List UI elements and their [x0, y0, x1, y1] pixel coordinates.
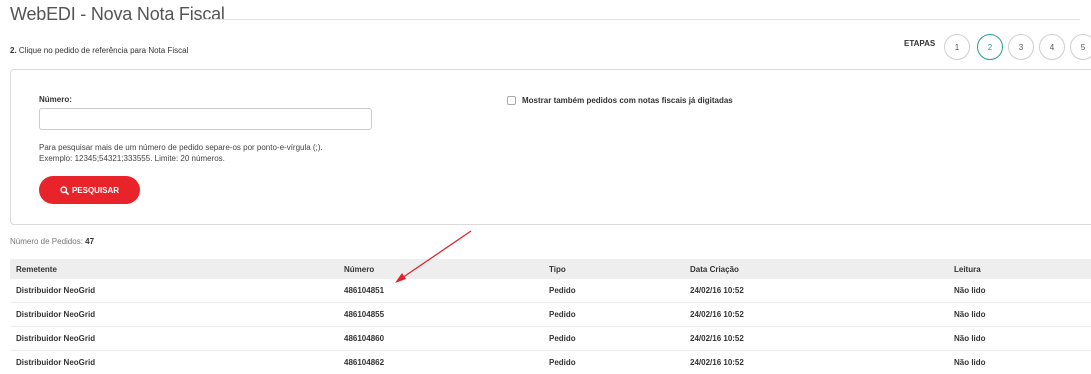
order-count-label: Número de Pedidos:	[10, 237, 86, 246]
cell-leitura: Não lido	[954, 310, 986, 319]
table-header: Remetente Número Tipo Data Criação Leitu…	[10, 259, 1091, 279]
step-1[interactable]: 1	[944, 34, 970, 60]
cell-leitura: Não lido	[954, 334, 986, 343]
search-button-label: PESQUISAR	[71, 185, 120, 195]
include-typed-invoices-label: Mostrar também pedidos com notas fiscais…	[522, 96, 733, 105]
column-header-numero[interactable]: Número	[344, 265, 549, 274]
search-button[interactable]: PESQUISAR	[39, 176, 140, 204]
numero-input[interactable]	[39, 108, 372, 130]
column-header-tipo[interactable]: Tipo	[549, 265, 690, 274]
order-count-value: 47	[85, 237, 95, 246]
etapas-label: ETAPAS	[904, 39, 936, 48]
step-2[interactable]: 2	[977, 34, 1003, 60]
column-header-data-criacao[interactable]: Data Criação	[690, 265, 954, 274]
cell-data-criacao: 24/02/16 10:52	[690, 334, 744, 343]
cell-remetente: Distribuidor NeoGrid	[16, 286, 96, 295]
include-typed-invoices-checkbox[interactable]	[507, 96, 516, 105]
include-typed-invoices-option[interactable]: Mostrar também pedidos com notas fiscais…	[507, 96, 733, 105]
cell-numero: 486104851	[344, 286, 385, 295]
search-help: Para pesquisar mais de um número de pedi…	[39, 142, 323, 164]
cell-numero: 486104855	[344, 310, 385, 319]
cell-data-criacao: 24/02/16 10:52	[690, 286, 744, 295]
cell-remetente: Distribuidor NeoGrid	[16, 310, 96, 319]
column-header-remetente[interactable]: Remetente	[10, 265, 344, 274]
order-count: Número de Pedidos: 47	[10, 237, 94, 246]
numero-label: Número:	[39, 95, 72, 104]
step-number: 2.	[10, 46, 17, 55]
table-row[interactable]: Distribuidor NeoGrid 486104860 Pedido 24…	[10, 327, 1091, 351]
table-row[interactable]: Distribuidor NeoGrid 486104851 Pedido 24…	[10, 279, 1091, 303]
cell-tipo: Pedido	[549, 358, 576, 367]
search-panel: Número: Para pesquisar mais de um número…	[10, 69, 1091, 225]
cell-leitura: Não lido	[954, 358, 986, 367]
search-help-line-1: Para pesquisar mais de um número de pedi…	[39, 143, 323, 152]
column-header-leitura[interactable]: Leitura	[954, 265, 1091, 274]
cell-remetente: Distribuidor NeoGrid	[16, 334, 96, 343]
cell-tipo: Pedido	[549, 334, 576, 343]
step-4[interactable]: 4	[1039, 34, 1065, 60]
orders-table: Remetente Número Tipo Data Criação Leitu…	[10, 259, 1091, 374]
page-title: WebEDI - Nova Nota Fiscal	[10, 4, 225, 24]
search-help-line-2: Exemplo: 12345;54321;333555. Limite: 20 …	[39, 154, 225, 163]
cell-leitura: Não lido	[954, 286, 986, 295]
cell-remetente: Distribuidor NeoGrid	[16, 358, 96, 367]
step-instruction: 2. Clique no pedido de referência para N…	[10, 46, 188, 55]
search-icon	[60, 185, 69, 195]
cell-data-criacao: 24/02/16 10:52	[690, 358, 744, 367]
page: WebEDI - Nova Nota Fiscal 2. Clique no p…	[0, 0, 1091, 374]
step-3[interactable]: 3	[1008, 34, 1034, 60]
cell-numero: 486104862	[344, 358, 385, 367]
table-row[interactable]: Distribuidor NeoGrid 486104855 Pedido 24…	[10, 303, 1091, 327]
cell-tipo: Pedido	[549, 286, 576, 295]
step-instruction-text: Clique no pedido de referência para Nota…	[16, 46, 189, 55]
step-5[interactable]: 5	[1070, 34, 1091, 60]
table-row[interactable]: Distribuidor NeoGrid 486104862 Pedido 24…	[10, 351, 1091, 374]
cell-numero: 486104860	[344, 334, 385, 343]
cell-data-criacao: 24/02/16 10:52	[690, 310, 744, 319]
title-divider	[200, 19, 1080, 20]
cell-tipo: Pedido	[549, 310, 576, 319]
